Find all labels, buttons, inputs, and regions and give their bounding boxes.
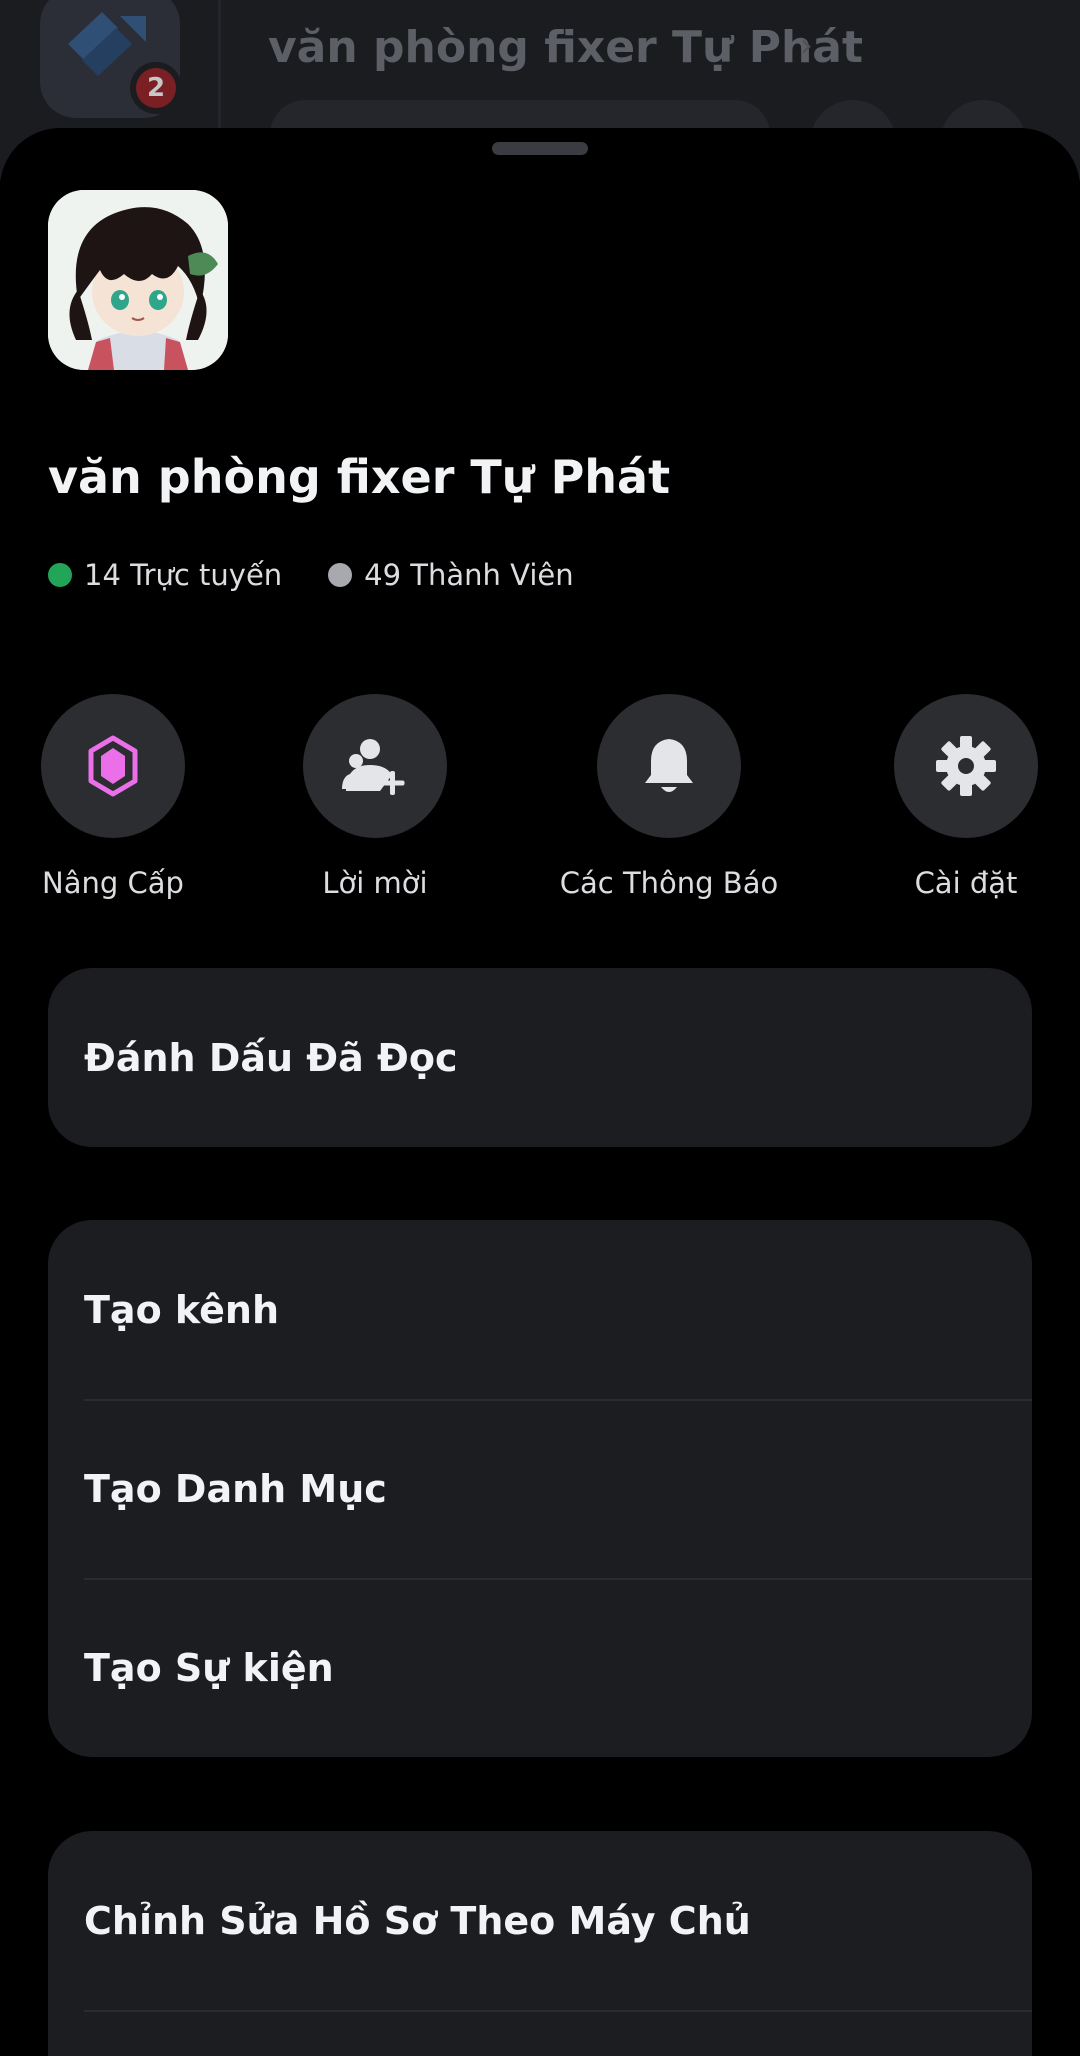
- bell-icon: [645, 739, 693, 792]
- boost-label: Nâng Cấp: [42, 866, 184, 900]
- menu-item-partial[interactable]: [48, 2010, 1032, 2056]
- notifications-button-circle[interactable]: [597, 694, 741, 838]
- create-channel-item[interactable]: Tạo kênh: [48, 1220, 1032, 1399]
- server-name: văn phòng fixer Tự Phát: [48, 450, 671, 504]
- quick-actions: Nâng Cấp Lời mời Các Thông Báo Cài đặt: [0, 694, 1080, 934]
- boost-button-circle[interactable]: [41, 694, 185, 838]
- server-avatar[interactable]: [48, 190, 228, 370]
- create-event-item[interactable]: Tạo Sự kiện: [48, 1578, 1032, 1757]
- settings-label: Cài đặt: [914, 866, 1018, 900]
- invite-people-icon: [342, 739, 405, 795]
- background-channel-title: văn phòng fixer Tự Phát: [268, 22, 864, 73]
- invite-button-circle[interactable]: [303, 694, 447, 838]
- chevron-right-icon: ›: [800, 26, 813, 64]
- edit-server-profile-item[interactable]: Chỉnh Sửa Hồ Sơ Theo Máy Chủ: [48, 1831, 1032, 2010]
- menu-group-create: Tạo kênh Tạo Danh Mục Tạo Sự kiện: [48, 1220, 1032, 1757]
- settings-button[interactable]: Cài đặt: [836, 694, 1080, 900]
- invite-label: Lời mời: [322, 866, 428, 900]
- boost-button[interactable]: Nâng Cấp: [0, 694, 243, 900]
- invite-button[interactable]: Lời mời: [245, 694, 505, 900]
- online-count: 14 Trực tuyến: [84, 558, 283, 592]
- boost-gem-icon: [88, 735, 138, 797]
- server-menu-sheet: văn phòng fixer Tự Phát 14 Trực tuyến 49…: [0, 128, 1080, 2056]
- drag-handle[interactable]: [492, 142, 588, 155]
- member-count: 49 Thành Viên: [364, 558, 574, 592]
- member-status-dot: [328, 563, 353, 587]
- create-category-item[interactable]: Tạo Danh Mục: [48, 1399, 1032, 1578]
- notifications-label: Các Thông Báo: [559, 866, 779, 900]
- notifications-button[interactable]: Các Thông Báo: [539, 694, 799, 900]
- server-avatar-image: [48, 190, 228, 370]
- menu-group-profile: Chỉnh Sửa Hồ Sơ Theo Máy Chủ: [48, 1831, 1032, 2056]
- server-stats: 14 Trực tuyến 49 Thành Viên: [48, 558, 574, 592]
- mark-as-read-item[interactable]: Đánh Dấu Đã Đọc: [48, 968, 1032, 1147]
- menu-group-read: Đánh Dấu Đã Đọc: [48, 968, 1032, 1147]
- settings-button-circle[interactable]: [894, 694, 1038, 838]
- notification-badge: 2: [130, 62, 182, 114]
- online-status-dot: [48, 563, 72, 587]
- gear-icon: [936, 736, 996, 796]
